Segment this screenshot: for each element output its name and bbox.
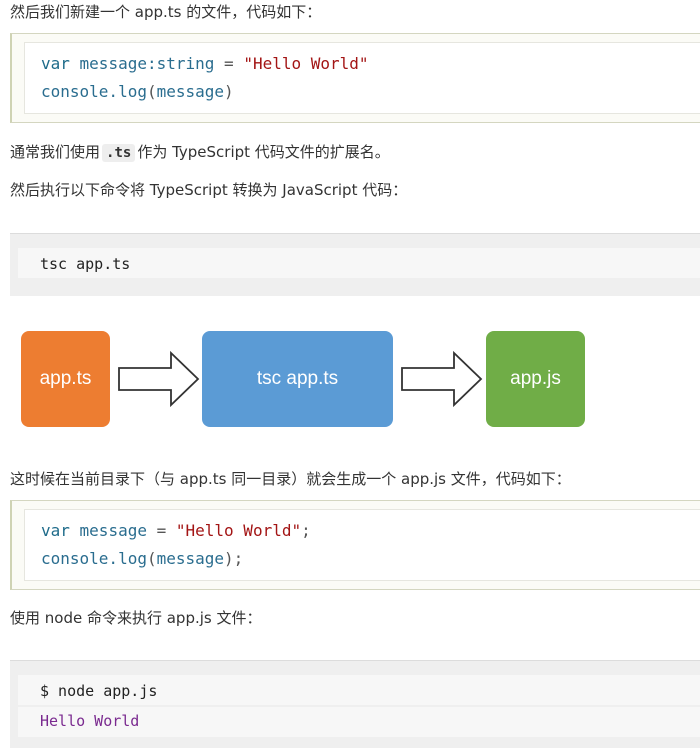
generated-paragraph: 这时候在当前目录下（与 app.ts 同一目录）就会生成一个 app.js 文件…	[10, 470, 571, 488]
identifier-message: message	[69, 521, 157, 540]
code-line-1: var message:string = "Hello World"	[41, 53, 369, 75]
paren-close: )	[224, 82, 234, 101]
code-line-2: console.log(message);	[41, 548, 243, 570]
intro-paragraph: 然后我们新建一个 app.ts 的文件，代码如下：	[10, 3, 322, 21]
keyword-var: var	[41, 54, 70, 73]
code-block-ts-inner: var message:string = "Hello World" conso…	[24, 42, 700, 114]
convert-paragraph: 然后执行以下命令将 TypeScript 转换为 JavaScript 代码：	[10, 181, 408, 199]
inline-code-ts: .ts	[102, 144, 136, 162]
command-block-node: $ node app.js Hello World	[10, 660, 700, 748]
node-paragraph: 使用 node 命令来执行 app.js 文件：	[10, 609, 262, 627]
code-block-js-inner: var message = "Hello World"; console.log…	[24, 509, 700, 581]
paren-open: (	[146, 549, 157, 568]
arrow-right-icon	[118, 350, 200, 408]
string-literal: "Hello World"	[175, 521, 302, 540]
semicolon: ;	[301, 521, 311, 540]
operator-equals: =	[156, 521, 176, 540]
operator-equals: =	[214, 54, 244, 73]
flow-box-tsc: tsc app.ts	[202, 331, 393, 427]
console-log-call: console.log	[41, 549, 147, 568]
keyword-var: var	[41, 521, 70, 540]
code-line-2: console.log(message)	[41, 81, 234, 103]
console-log-call: console.log	[41, 82, 147, 101]
extension-text-before: 通常我们使用	[10, 143, 101, 161]
node-output: Hello World	[40, 712, 140, 730]
extension-text-after: 作为 TypeScript 代码文件的扩展名。	[137, 143, 390, 161]
argument-message: message	[156, 82, 225, 101]
flow-box-app-ts: app.ts	[21, 331, 110, 427]
code-block-ts: var message:string = "Hello World" conso…	[10, 33, 700, 123]
command-block-tsc: tsc app.ts	[10, 233, 700, 296]
tsc-command: tsc app.ts	[40, 255, 131, 273]
node-command: $ node app.js	[40, 682, 158, 700]
type-annotation: :string	[146, 54, 215, 73]
string-literal: "Hello World"	[243, 54, 369, 73]
code-block-js: var message = "Hello World"; console.log…	[10, 500, 700, 590]
flow-box-app-js: app.js	[486, 331, 585, 427]
extension-paragraph: 通常我们使用 .ts 作为 TypeScript 代码文件的扩展名。	[10, 142, 390, 162]
paren-open: (	[146, 82, 157, 101]
argument-message: message	[156, 549, 225, 568]
paren-close: );	[224, 549, 244, 568]
code-line-1: var message = "Hello World";	[41, 520, 311, 542]
identifier-message: message	[69, 54, 147, 73]
arrow-right-icon	[401, 350, 483, 408]
